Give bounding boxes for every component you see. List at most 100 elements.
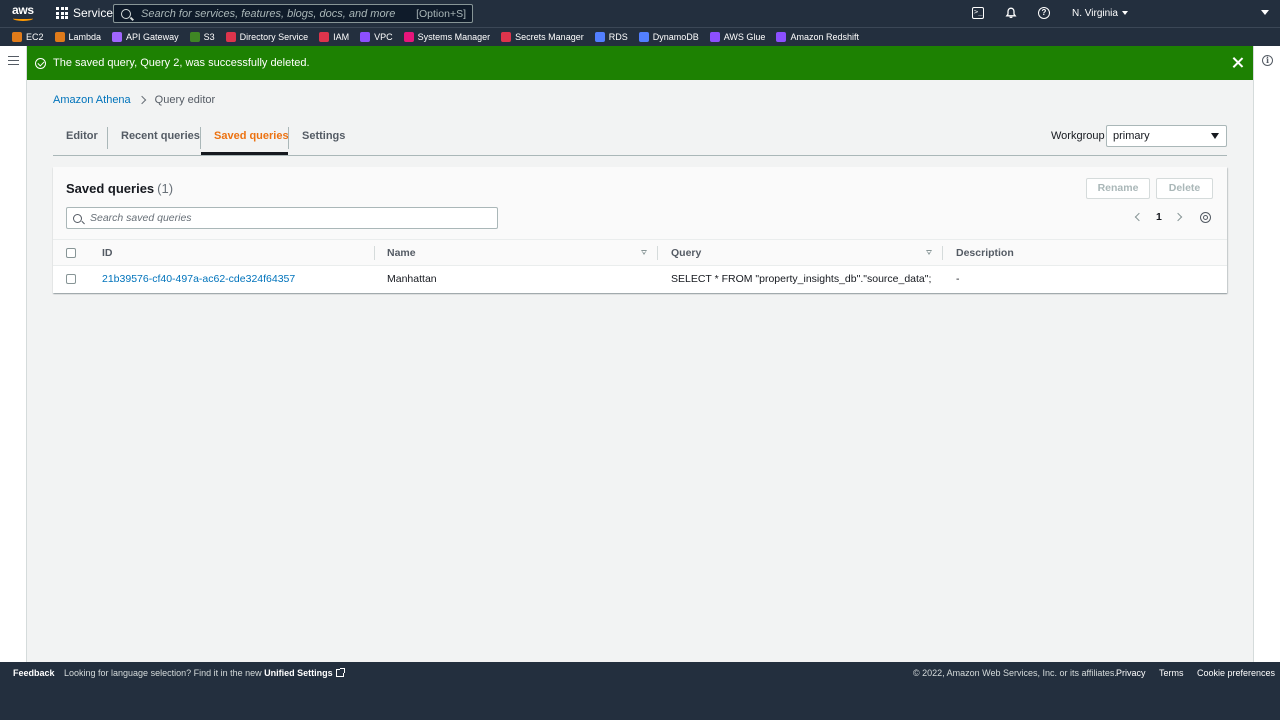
service-icon: [360, 32, 371, 42]
service-icon: [12, 32, 22, 42]
favorite-label: RDS: [608, 32, 628, 42]
region-label: N. Virginia: [1072, 8, 1118, 19]
sort-icon[interactable]: [641, 250, 647, 255]
chevron-down-icon: [1121, 11, 1128, 16]
favorite-systems-manager[interactable]: Systems Manager: [403, 32, 491, 42]
region-selector[interactable]: N. Virginia: [1072, 8, 1128, 19]
cloudshell-icon[interactable]: [972, 7, 984, 19]
saved-queries-filter[interactable]: [66, 207, 498, 229]
favorite-label: DynamoDB: [652, 32, 699, 42]
success-check-icon: [35, 57, 46, 69]
account-menu-chevron-icon[interactable]: [1261, 10, 1269, 15]
service-icon: [594, 32, 605, 42]
favorite-directory-service[interactable]: Directory Service: [225, 32, 309, 42]
next-page-icon[interactable]: [1173, 212, 1183, 222]
global-search-input[interactable]: [141, 7, 411, 20]
table-header: ID Name Query Description: [53, 239, 1227, 266]
left-side-rail: [0, 46, 27, 662]
favorite-label: Systems Manager: [417, 32, 491, 42]
table-preferences-gear-icon[interactable]: [1200, 212, 1211, 223]
terms-link[interactable]: Terms: [1159, 668, 1184, 678]
pagination: 1: [1134, 211, 1183, 223]
column-header-name[interactable]: Name: [387, 240, 416, 266]
tab-recent-queries[interactable]: Recent queries: [107, 127, 213, 149]
chevron-right-icon: [137, 95, 146, 105]
favorite-label: EC2: [26, 32, 44, 42]
service-icon: [54, 32, 65, 42]
right-side-rail: i: [1253, 46, 1280, 662]
favorite-label: VPC: [374, 32, 393, 42]
column-divider[interactable]: [374, 246, 375, 260]
unified-settings-link[interactable]: Unified Settings: [264, 668, 333, 678]
favorite-lambda[interactable]: Lambda: [54, 32, 102, 42]
active-tab-indicator: [201, 152, 288, 155]
aws-logo-text: aws: [12, 3, 34, 17]
workgroup-select[interactable]: primary: [1106, 125, 1227, 147]
feedback-link[interactable]: Feedback: [13, 668, 55, 678]
sort-icon[interactable]: [926, 250, 932, 255]
favorite-rds[interactable]: RDS: [594, 32, 628, 42]
grid-icon: [56, 7, 68, 19]
column-divider[interactable]: [942, 246, 943, 260]
previous-page-icon[interactable]: [1134, 212, 1144, 222]
menu-icon[interactable]: [8, 56, 19, 65]
favorite-label: S3: [203, 32, 215, 42]
cookie-preferences-link[interactable]: Cookie preferences: [1197, 668, 1275, 678]
query-id-link[interactable]: 21b39576-cf40-497a-ac62-cde324f64357: [102, 266, 295, 293]
favorite-ec2[interactable]: EC2: [12, 32, 44, 42]
top-navigation: aws Services [Option+S] ? N. Virginia: [0, 0, 1280, 27]
favorite-iam[interactable]: IAM: [319, 32, 349, 42]
saved-queries-search-input[interactable]: [90, 212, 470, 224]
footer: Feedback Looking for language selection?…: [0, 662, 1280, 720]
rename-button[interactable]: Rename: [1086, 178, 1150, 199]
breadcrumb: Amazon Athena Query editor: [53, 94, 215, 106]
info-icon[interactable]: i: [1262, 55, 1273, 66]
global-search[interactable]: [Option+S]: [113, 4, 473, 23]
favorite-label: Directory Service: [239, 32, 309, 42]
query-name: Manhattan: [387, 273, 437, 285]
search-icon: [73, 213, 82, 223]
breadcrumb-current: Query editor: [154, 94, 216, 106]
service-icon: [501, 32, 512, 42]
notifications-bell-icon[interactable]: [1005, 7, 1017, 19]
row-checkbox[interactable]: [66, 274, 76, 284]
aws-logo[interactable]: aws: [12, 3, 34, 23]
favorite-aws-glue[interactable]: AWS Glue: [709, 32, 765, 42]
language-message: Looking for language selection? Find it …: [64, 668, 345, 678]
favorite-label: Lambda: [68, 32, 102, 42]
favorite-label: Amazon Redshift: [790, 32, 859, 42]
breadcrumb-amazon-athena[interactable]: Amazon Athena: [53, 94, 131, 106]
query-description: -: [956, 273, 960, 285]
service-icon: [403, 32, 414, 42]
tab-settings[interactable]: Settings: [288, 127, 358, 149]
panel-title: Saved queries (1): [66, 181, 173, 196]
service-icon: [776, 32, 787, 42]
tab-editor[interactable]: Editor: [53, 127, 111, 155]
column-divider[interactable]: [657, 246, 658, 260]
column-header-query[interactable]: Query: [671, 240, 701, 266]
page-number[interactable]: 1: [1156, 211, 1162, 223]
service-icon: [225, 32, 236, 42]
select-all-checkbox[interactable]: [66, 248, 76, 258]
service-icon: [319, 32, 330, 42]
table-row[interactable]: 21b39576-cf40-497a-ac62-cde324f64357 Man…: [53, 266, 1227, 293]
privacy-link[interactable]: Privacy: [1116, 668, 1146, 678]
favorite-dynamodb[interactable]: DynamoDB: [638, 32, 699, 42]
favorite-s3[interactable]: S3: [189, 32, 215, 42]
favorite-amazon-redshift[interactable]: Amazon Redshift: [776, 32, 859, 42]
delete-button[interactable]: Delete: [1156, 178, 1213, 199]
tab-saved-queries[interactable]: Saved queries: [200, 127, 302, 149]
column-header-description[interactable]: Description: [956, 240, 1014, 266]
favorite-secrets-manager[interactable]: Secrets Manager: [501, 32, 584, 42]
services-menu-button[interactable]: Services: [56, 6, 119, 20]
language-message-text: Looking for language selection? Find it …: [64, 668, 265, 678]
favorite-api-gateway[interactable]: API Gateway: [112, 32, 179, 42]
favorite-vpc[interactable]: VPC: [360, 32, 393, 42]
service-icon: [638, 32, 649, 42]
close-icon[interactable]: [1232, 57, 1243, 68]
favorite-label: API Gateway: [126, 32, 179, 42]
service-icon: [709, 32, 720, 42]
column-header-id[interactable]: ID: [102, 240, 113, 266]
panel-header: Saved queries(1) Rename Delete 1: [53, 167, 1227, 239]
help-icon[interactable]: ?: [1038, 7, 1050, 19]
